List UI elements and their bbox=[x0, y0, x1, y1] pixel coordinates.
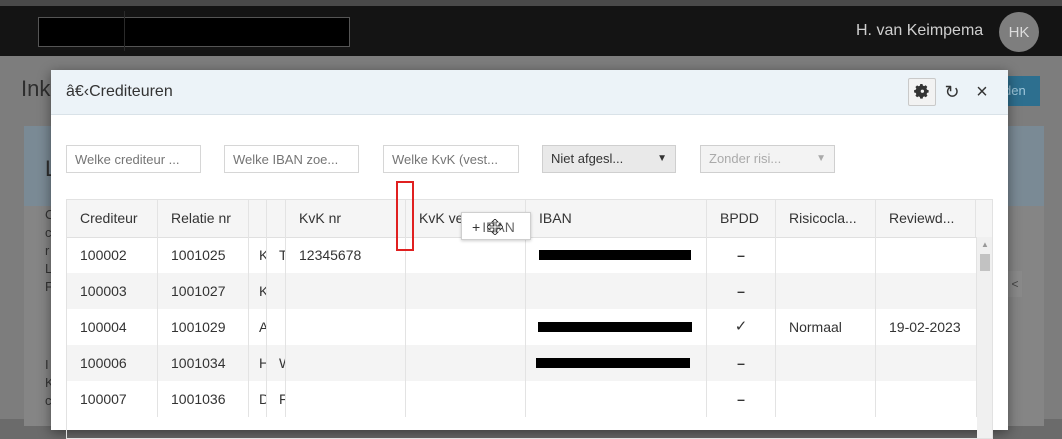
caret-down-icon: ▼ bbox=[816, 153, 826, 164]
chevron-left-icon: < bbox=[1008, 271, 1022, 297]
table-row[interactable]: 100003 1001027 K – bbox=[67, 273, 977, 309]
cell-crediteur: 100006 bbox=[67, 345, 158, 381]
cell-narrow-2: W bbox=[267, 345, 286, 381]
cell-bpdd: – bbox=[707, 273, 776, 309]
cell-kvk-vestiging bbox=[406, 309, 526, 345]
cell-narrow-1: H bbox=[249, 345, 267, 381]
cell-iban bbox=[526, 309, 707, 345]
redacted-iban bbox=[539, 250, 691, 260]
column-header-relatie-nr[interactable]: Relatie nr bbox=[158, 200, 249, 237]
grid-scrollbar[interactable]: ▲ bbox=[977, 237, 992, 438]
cell-relatie-nr: 1001029 bbox=[158, 309, 249, 345]
cell-narrow-1: K bbox=[249, 273, 267, 309]
cell-narrow-2 bbox=[267, 309, 286, 345]
refresh-button[interactable]: ↻ bbox=[938, 78, 966, 106]
iban-search-input[interactable] bbox=[224, 145, 359, 173]
column-header-reviewdatum[interactable]: Reviewd... bbox=[876, 200, 976, 237]
cell-iban bbox=[526, 273, 707, 309]
column-header-narrow-2[interactable] bbox=[267, 200, 286, 237]
cell-narrow-2: F bbox=[267, 381, 286, 417]
scroll-thumb[interactable] bbox=[980, 254, 990, 271]
cell-reviewdatum bbox=[876, 381, 977, 417]
risk-dropdown[interactable]: Zonder risi... ▼ bbox=[700, 145, 835, 173]
username[interactable]: H. van Keimpema bbox=[856, 22, 983, 40]
table-row[interactable]: 100007 1001036 D F – bbox=[67, 381, 977, 417]
page-title: Ink bbox=[21, 76, 51, 101]
navbar: H. van Keimpema HK bbox=[0, 6, 1062, 56]
cell-risico: Normaal bbox=[776, 309, 876, 345]
cell-kvk-vestiging bbox=[406, 273, 526, 309]
cell-reviewdatum bbox=[876, 237, 977, 273]
status-dropdown[interactable]: Niet afgesl... ▼ bbox=[542, 145, 676, 173]
close-icon: × bbox=[976, 80, 988, 103]
column-drop-indicator bbox=[396, 181, 414, 251]
cell-narrow-2 bbox=[267, 273, 286, 309]
refresh-icon: ↻ bbox=[944, 81, 960, 102]
column-header-risicoclassificatie[interactable]: Risicocla... bbox=[776, 200, 876, 237]
cell-crediteur: 100003 bbox=[67, 273, 158, 309]
cell-relatie-nr: 1001025 bbox=[158, 237, 249, 273]
cell-narrow-1: D bbox=[249, 381, 267, 417]
risk-dropdown-value: Zonder risi... bbox=[709, 151, 782, 166]
gear-icon bbox=[914, 84, 929, 99]
caret-down-icon: ▼ bbox=[657, 153, 667, 164]
cell-risico bbox=[776, 273, 876, 309]
nav-divider bbox=[124, 11, 125, 51]
status-dropdown-value: Niet afgesl... bbox=[551, 151, 624, 166]
redacted-iban bbox=[536, 358, 690, 368]
cell-narrow-2: T bbox=[267, 237, 286, 273]
scroll-up-icon[interactable]: ▲ bbox=[977, 240, 992, 249]
crediteur-search-input[interactable] bbox=[66, 145, 201, 173]
cell-iban bbox=[526, 345, 707, 381]
cell-relatie-nr: 1001027 bbox=[158, 273, 249, 309]
modal-title: â€‹Crediteuren bbox=[66, 83, 173, 100]
settings-button[interactable] bbox=[908, 78, 936, 106]
cell-narrow-1: K bbox=[249, 237, 267, 273]
plus-icon: + bbox=[472, 219, 481, 235]
column-header-bpdd[interactable]: BPDD bbox=[707, 200, 776, 237]
column-header-narrow-1[interactable] bbox=[249, 200, 267, 237]
table-row[interactable]: 100002 1001025 K T 12345678 – bbox=[67, 237, 977, 273]
cell-kvk-nr bbox=[286, 273, 406, 309]
close-button[interactable]: × bbox=[968, 78, 996, 106]
cell-kvk-nr bbox=[286, 381, 406, 417]
cell-bpdd: ✓ bbox=[707, 309, 776, 345]
cell-reviewdatum: 19-02-2023 bbox=[876, 309, 977, 345]
cell-iban bbox=[526, 237, 707, 273]
cell-crediteur: 100002 bbox=[67, 237, 158, 273]
cell-risico bbox=[776, 381, 876, 417]
cell-iban bbox=[526, 381, 707, 417]
cell-relatie-nr: 1001036 bbox=[158, 381, 249, 417]
table-row[interactable]: 100004 1001029 A ✓ Normaal 19-02-2023 bbox=[67, 309, 977, 345]
cell-kvk-nr bbox=[286, 309, 406, 345]
cell-kvk-vestiging bbox=[406, 381, 526, 417]
column-header-iban[interactable]: IBAN bbox=[526, 200, 707, 237]
cell-kvk-nr bbox=[286, 345, 406, 381]
cell-crediteur: 100007 bbox=[67, 381, 158, 417]
column-header-kvk-nr[interactable]: KvK nr bbox=[286, 200, 406, 237]
avatar[interactable]: HK bbox=[999, 12, 1039, 52]
kvk-search-input[interactable] bbox=[383, 145, 519, 173]
cell-bpdd: – bbox=[707, 237, 776, 273]
cell-risico bbox=[776, 345, 876, 381]
cell-crediteur: 100004 bbox=[67, 309, 158, 345]
cell-kvk-nr: 12345678 bbox=[286, 237, 406, 273]
cell-kvk-vestiging bbox=[406, 345, 526, 381]
move-cursor-icon bbox=[487, 219, 503, 235]
cell-bpdd: – bbox=[707, 345, 776, 381]
cell-risico bbox=[776, 237, 876, 273]
cell-relatie-nr: 1001034 bbox=[158, 345, 249, 381]
modal-header: â€‹Crediteuren ↻ × bbox=[51, 70, 1008, 115]
cell-reviewdatum bbox=[876, 273, 977, 309]
redacted-logo[interactable] bbox=[38, 17, 350, 47]
cell-kvk-vestiging bbox=[406, 237, 526, 273]
column-header-crediteur[interactable]: Crediteur bbox=[67, 200, 158, 237]
table-row[interactable]: 100006 1001034 H W – bbox=[67, 345, 977, 381]
redacted-iban bbox=[538, 322, 692, 332]
cell-reviewdatum bbox=[876, 345, 977, 381]
cell-narrow-1: A bbox=[249, 309, 267, 345]
crediteuren-modal: â€‹Crediteuren ↻ × Niet afgesl... ▼ Zond… bbox=[51, 70, 1008, 439]
cell-bpdd: – bbox=[707, 381, 776, 417]
